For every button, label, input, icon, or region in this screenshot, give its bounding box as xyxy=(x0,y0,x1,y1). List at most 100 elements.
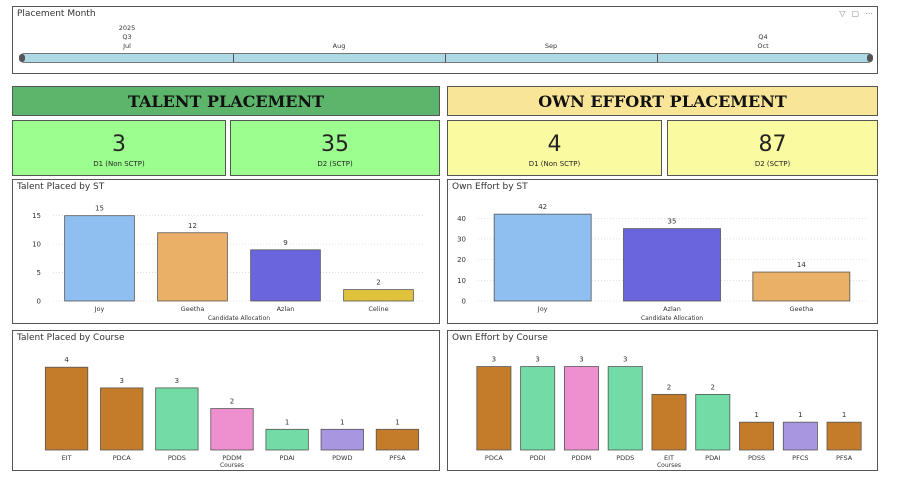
bar xyxy=(520,366,556,451)
timeline-start-handle[interactable] xyxy=(19,54,25,62)
bar xyxy=(44,366,89,451)
x-tick-label: Geetha xyxy=(789,305,813,313)
x-tick-label: PDDI xyxy=(530,454,546,462)
data-label: 9 xyxy=(283,239,287,247)
x-tick-label: PDDM xyxy=(222,454,242,462)
y-tick-label: 10 xyxy=(32,241,41,249)
kpi-value: 35 xyxy=(321,132,349,157)
kpi-value: 3 xyxy=(112,132,126,157)
bar xyxy=(476,366,512,451)
kpi-label: D1 (Non SCTP) xyxy=(93,160,145,168)
kpi-value: 4 xyxy=(547,132,562,157)
x-tick-label: PDDS xyxy=(168,454,186,462)
y-tick-label: 20 xyxy=(457,256,466,264)
quarter-label-q3: Q3 xyxy=(122,33,132,41)
talent-st-chart: 0 5 10 15 15 Joy 12 Geetha 9 Azlan 2 Celine Candidat… xyxy=(32,205,425,322)
own-course-chart: 3 PDCA 3 PDDI 3 PDDM 3 PDDS 2 EIT 2 PDAI 1 PDSS 1 PFCS 1… xyxy=(476,356,862,469)
y-tick-label: 40 xyxy=(457,215,466,223)
timeline-divider xyxy=(657,54,658,62)
bar xyxy=(343,289,414,302)
data-label: 2 xyxy=(376,279,380,287)
kpi-value: 87 xyxy=(758,132,787,157)
bar xyxy=(623,228,721,302)
bar xyxy=(265,428,309,451)
data-label: 4 xyxy=(64,356,69,364)
y-tick-label: 10 xyxy=(457,277,466,285)
slicer-header-icons: ▽ ▢ ⋯ xyxy=(839,9,873,18)
kpi-card-talent-d2: 35 D2 (SCTP) xyxy=(230,120,440,176)
data-label: 2 xyxy=(667,383,671,391)
bar xyxy=(826,421,862,451)
bar xyxy=(493,213,592,302)
x-tick-label: PFSA xyxy=(836,454,853,462)
x-tick-label: Joy xyxy=(537,305,548,313)
filter-icon[interactable]: ▽ xyxy=(839,9,845,18)
bar xyxy=(607,366,643,451)
month-label-oct[interactable]: Oct xyxy=(753,42,773,51)
x-tick-label: PDCA xyxy=(113,454,131,462)
data-label: 1 xyxy=(395,418,399,426)
chart-panel-talent-course: Talent Placed by Course 4 EIT 3 PDCA 3 PDDS 2 P… xyxy=(12,330,440,471)
x-tick-label: Joy xyxy=(94,305,105,313)
bar xyxy=(64,215,135,302)
own-st-chart: 0 10 20 30 40 42 Joy 35 Azlan 14 Geetha Candidate A… xyxy=(457,203,866,322)
data-label: 3 xyxy=(492,356,496,364)
talent-course-chart: 4 EIT 3 PDCA 3 PDDS 2 PDDM 1 PDAI 1 PDWD 1 PFSA Course… xyxy=(44,356,420,469)
kpi-card-own-d2: 87 D2 (SCTP) xyxy=(667,120,878,176)
kpi-card-own-d1: 4 D1 (Non SCTP) xyxy=(447,120,662,176)
y-tick-label: 30 xyxy=(457,235,466,243)
data-label: 12 xyxy=(188,222,197,230)
data-label: 1 xyxy=(754,411,758,419)
x-tick-label: Celine xyxy=(368,305,388,313)
data-label: 1 xyxy=(285,418,289,426)
x-tick-label: Geetha xyxy=(181,305,205,313)
x-tick-label: PDAI xyxy=(705,454,720,462)
y-tick-label: 15 xyxy=(32,212,41,220)
x-tick-label: PDWD xyxy=(332,454,352,462)
month-label-aug[interactable]: Aug xyxy=(329,42,349,51)
kpi-label: D1 (Non SCTP) xyxy=(528,160,581,168)
timeline-end-handle[interactable] xyxy=(867,54,873,62)
x-tick-label: PFSA xyxy=(389,454,406,462)
data-label: 15 xyxy=(95,205,104,213)
kpi-card-talent-d1: 3 D1 (Non SCTP) xyxy=(12,120,226,176)
bar xyxy=(155,387,199,451)
slicer-title: Placement Month xyxy=(17,9,96,19)
month-label-jul[interactable]: Jul xyxy=(117,42,137,51)
chart-panel-talent-st: Talent Placed by ST 0 5 10 15 15 Joy 12 Geetha 9… xyxy=(12,179,440,324)
timeline-divider xyxy=(445,54,446,62)
data-label: 1 xyxy=(798,411,802,419)
data-label: 1 xyxy=(842,411,846,419)
x-tick-label: PDAI xyxy=(280,454,295,462)
more-options-icon[interactable]: ⋯ xyxy=(865,9,873,18)
own-effort-placement-banner: OWN EFFORT PLACEMENT xyxy=(447,86,878,116)
placement-month-slicer[interactable]: Placement Month ▽ ▢ ⋯ 2025 Q3 Jul Aug Se… xyxy=(12,6,878,74)
y-tick-label: 5 xyxy=(37,269,41,277)
x-tick-label: PDCA xyxy=(485,454,503,462)
bar xyxy=(250,249,321,302)
data-label: 3 xyxy=(623,356,627,364)
chart-panel-own-st: Own Effort by ST 0 10 20 30 40 42 Joy 35 Azlan 14… xyxy=(447,179,878,324)
focus-mode-icon[interactable]: ▢ xyxy=(851,9,859,18)
data-label: 35 xyxy=(668,218,677,226)
kpi-label: D2 (SCTP) xyxy=(754,160,791,168)
quarter-label-q4: Q4 xyxy=(758,33,768,41)
data-label: 1 xyxy=(340,418,344,426)
x-axis-title: Courses xyxy=(220,462,244,469)
timeline-range-bar[interactable] xyxy=(19,53,873,63)
bar xyxy=(320,428,364,451)
data-label: 2 xyxy=(230,398,234,406)
data-label: 42 xyxy=(538,203,547,211)
x-tick-label: PDSS xyxy=(748,454,765,462)
x-axis-title: Candidate Allocation xyxy=(641,315,703,322)
x-axis-title: Courses xyxy=(657,462,681,469)
data-label: 3 xyxy=(579,356,583,364)
x-tick-label: Azlan xyxy=(277,305,295,313)
y-tick-label: 0 xyxy=(462,298,466,306)
bar xyxy=(782,421,818,451)
timeline-divider xyxy=(233,54,234,62)
year-label: 2025 xyxy=(118,24,136,32)
bar xyxy=(563,366,599,451)
month-label-sep[interactable]: Sep xyxy=(541,42,561,51)
bar xyxy=(752,271,851,302)
